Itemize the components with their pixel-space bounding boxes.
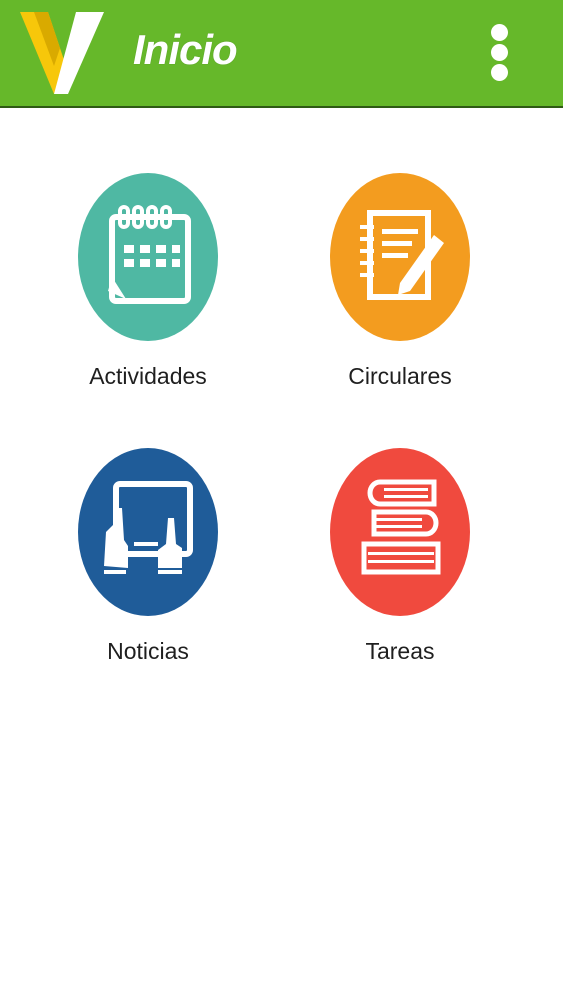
noticias-circle	[78, 448, 218, 616]
touch-tablet-icon	[104, 481, 193, 574]
tile-label: Noticias	[107, 638, 189, 664]
tile-label: Circulares	[348, 363, 452, 389]
notepad-pencil-icon	[360, 210, 444, 300]
app-bar: Inicio	[0, 0, 563, 108]
overflow-menu-button[interactable]	[482, 20, 518, 81]
v-logo-icon	[20, 12, 104, 94]
tile-label: Actividades	[89, 363, 207, 389]
tareas-circle	[330, 448, 470, 616]
actividades-circle	[78, 173, 218, 341]
tile-label: Tareas	[365, 638, 435, 664]
tile-noticias[interactable]: Noticias	[38, 448, 258, 678]
tile-tareas[interactable]: Tareas	[290, 448, 510, 678]
more-vert-dot	[491, 44, 508, 61]
circulares-circle	[330, 173, 470, 341]
calendar-icon	[108, 205, 191, 304]
more-vert-icon	[491, 24, 508, 41]
books-stack-icon	[361, 479, 441, 575]
tile-actividades[interactable]: Actividades	[38, 173, 258, 403]
tile-circulares[interactable]: Circulares	[290, 173, 510, 403]
page-title: Inicio	[133, 26, 238, 73]
more-vert-dot	[491, 64, 508, 81]
